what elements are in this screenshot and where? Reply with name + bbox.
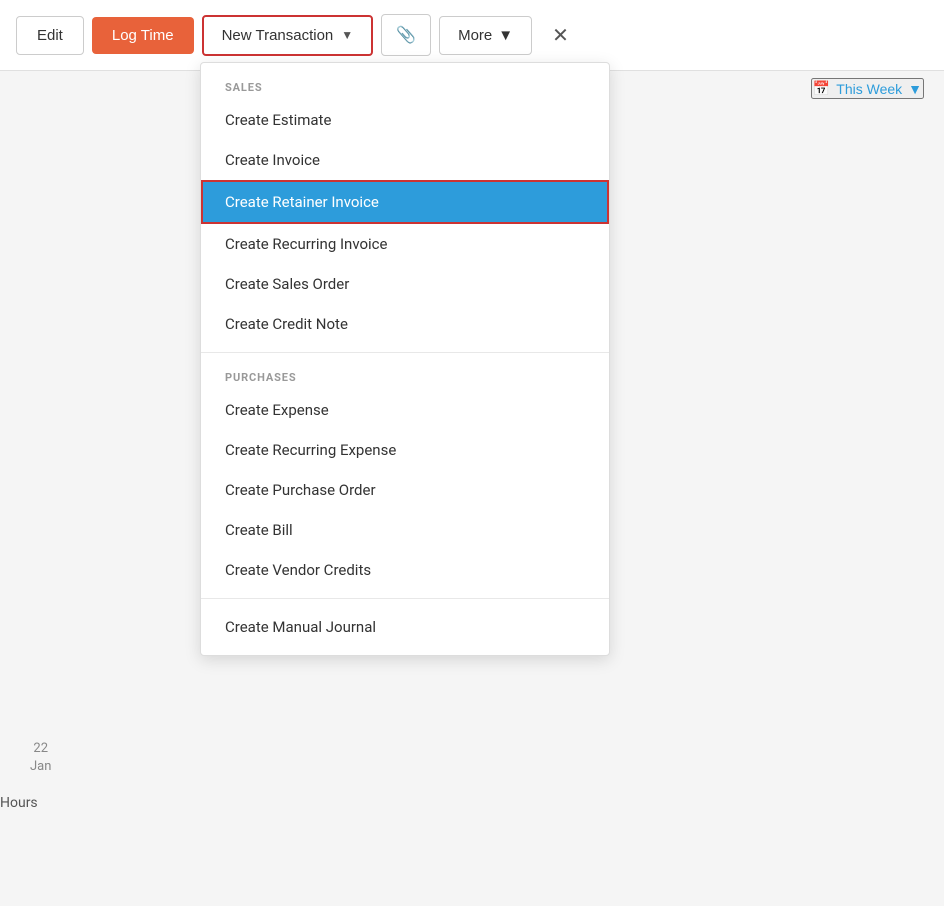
- dropdown-item-2-0[interactable]: Create Manual Journal: [201, 607, 609, 647]
- edit-button[interactable]: Edit: [16, 16, 84, 55]
- calendar-icon: 📅: [813, 80, 830, 97]
- day-number: 22: [30, 740, 51, 758]
- dropdown-item-0-5[interactable]: Create Credit Note: [201, 304, 609, 344]
- new-transaction-dropdown: SALESCreate EstimateCreate InvoiceCreate…: [200, 62, 610, 656]
- dropdown-section-1: PURCHASESCreate ExpenseCreate Recurring …: [201, 353, 609, 599]
- more-label: More: [458, 27, 492, 44]
- dropdown-item-1-3[interactable]: Create Bill: [201, 510, 609, 550]
- dropdown-section-2: Create Manual Journal: [201, 599, 609, 655]
- dropdown-item-0-3[interactable]: Create Recurring Invoice: [201, 224, 609, 264]
- this-week-label: This Week: [836, 81, 902, 97]
- dropdown-item-1-2[interactable]: Create Purchase Order: [201, 470, 609, 510]
- chevron-down-icon: ▼: [341, 28, 353, 42]
- toolbar: Edit Log Time New Transaction ▼ 📎 More ▼…: [0, 0, 944, 71]
- dropdown-item-0-0[interactable]: Create Estimate: [201, 100, 609, 140]
- chevron-down-this-week: ▼: [908, 81, 922, 97]
- chevron-down-icon-more: ▼: [498, 27, 513, 44]
- log-time-button[interactable]: Log Time: [92, 17, 194, 54]
- date-info: 22 Jan: [30, 740, 51, 776]
- new-transaction-button[interactable]: New Transaction ▼: [202, 15, 374, 56]
- section-label-0: SALES: [201, 71, 609, 100]
- close-icon: ✕: [552, 25, 569, 47]
- new-transaction-label: New Transaction: [222, 27, 334, 44]
- this-week-button[interactable]: 📅 This Week ▼: [811, 78, 924, 99]
- section-label-1: PURCHASES: [201, 361, 609, 390]
- hours-label: Hours: [0, 795, 38, 811]
- attachment-button[interactable]: 📎: [381, 14, 431, 56]
- dropdown-item-1-0[interactable]: Create Expense: [201, 390, 609, 430]
- month-name: Jan: [30, 758, 51, 776]
- dropdown-section-0: SALESCreate EstimateCreate InvoiceCreate…: [201, 63, 609, 353]
- dropdown-item-0-4[interactable]: Create Sales Order: [201, 264, 609, 304]
- close-button[interactable]: ✕: [540, 15, 581, 56]
- dropdown-item-1-1[interactable]: Create Recurring Expense: [201, 430, 609, 470]
- dropdown-item-1-4[interactable]: Create Vendor Credits: [201, 550, 609, 590]
- dropdown-item-0-1[interactable]: Create Invoice: [201, 140, 609, 180]
- dropdown-item-0-2[interactable]: Create Retainer Invoice: [201, 180, 609, 224]
- paperclip-icon: 📎: [396, 27, 416, 44]
- more-button[interactable]: More ▼: [439, 16, 532, 55]
